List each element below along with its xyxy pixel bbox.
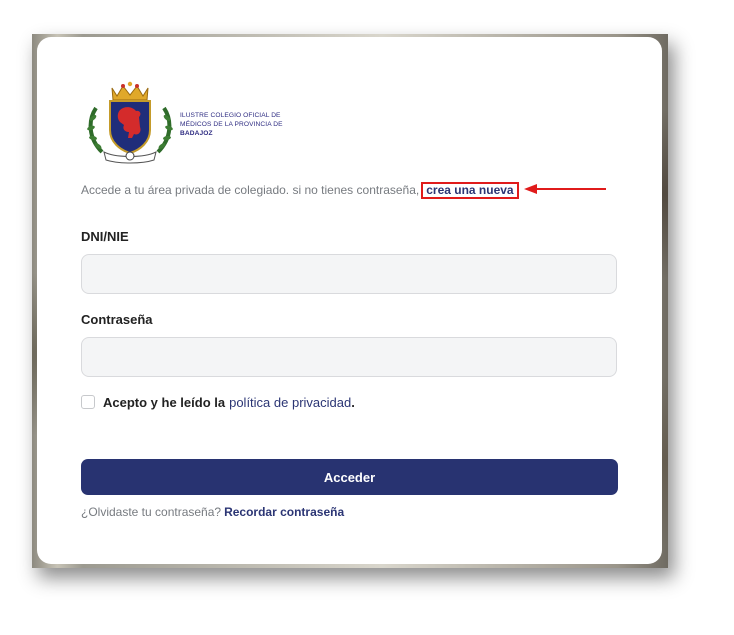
recover-password-link[interactable]: Recordar contraseña: [224, 505, 344, 519]
red-arrow-icon: [524, 184, 606, 194]
privacy-checkbox[interactable]: [81, 395, 95, 409]
password-input[interactable]: [81, 337, 617, 377]
password-label: Contraseña: [81, 312, 153, 327]
privacy-policy-link[interactable]: política de privacidad: [229, 395, 351, 410]
intro-text-body: Accede a tu área privada de colegiado. s…: [81, 183, 420, 197]
college-name: ILUSTRE COLEGIO OFICIAL DE MÉDICOS DE LA…: [180, 111, 310, 138]
create-password-link[interactable]: crea una nueva: [421, 182, 519, 199]
forgot-password: ¿Olvidaste tu contraseña? Recordar contra…: [81, 505, 344, 519]
college-name-line3: BADAJOZ: [180, 130, 213, 137]
privacy-consent: Acepto y he leído la política de privaci…: [81, 394, 355, 410]
college-name-line1: ILUSTRE COLEGIO OFICIAL DE: [180, 112, 281, 119]
dni-input[interactable]: [81, 254, 617, 294]
privacy-consent-suffix: .: [351, 394, 355, 410]
dni-label: DNI/NIE: [81, 229, 129, 244]
coat-of-arms-icon: [87, 81, 173, 164]
college-logo: ILUSTRE COLEGIO OFICIAL DE MÉDICOS DE LA…: [84, 80, 304, 166]
login-button[interactable]: Acceder: [81, 459, 618, 495]
college-name-line2: MÉDICOS DE LA PROVINCIA DE: [180, 121, 283, 128]
privacy-consent-text: Acepto y he leído la: [103, 394, 226, 410]
forgot-password-text: ¿Olvidaste tu contraseña?: [81, 505, 222, 519]
